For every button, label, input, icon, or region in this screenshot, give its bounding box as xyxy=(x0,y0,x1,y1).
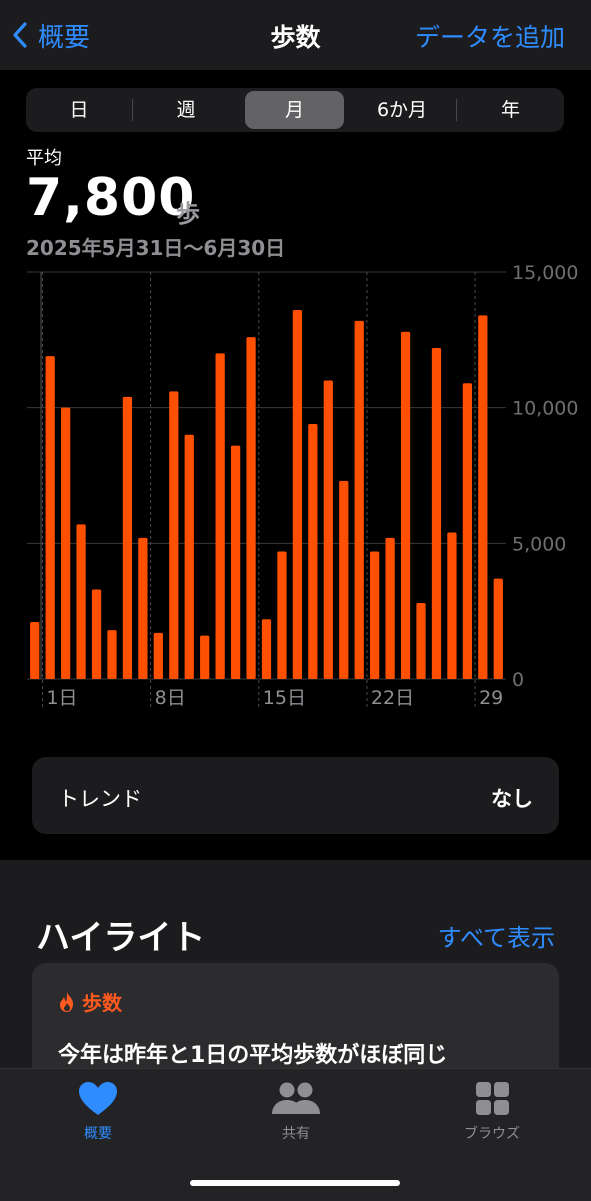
bar xyxy=(230,445,241,679)
flame-icon xyxy=(60,991,73,1012)
bar xyxy=(385,537,395,679)
bar xyxy=(30,622,40,679)
home-indicator xyxy=(190,1180,400,1186)
bar xyxy=(60,407,71,679)
highlight-text: 今年は昨年と1日の平均歩数がほぼ同じ xyxy=(58,1043,448,1068)
y-tick-label: 0 xyxy=(512,669,524,691)
add-data-button[interactable]: データを追加 xyxy=(415,18,565,54)
highlight-category: 歩数 xyxy=(82,991,122,1015)
highlight-card-header: 歩数 xyxy=(58,987,122,1016)
bar xyxy=(462,383,473,679)
tab-label: 概要 xyxy=(84,1126,112,1142)
segment-year[interactable]: 年 xyxy=(461,91,560,129)
y-tick-label: 15,000 xyxy=(512,262,578,284)
bar xyxy=(91,589,102,679)
bar xyxy=(215,353,225,679)
bar xyxy=(138,537,148,679)
bar xyxy=(323,380,333,679)
navigation-bar: 概要 歩数 データを追加 xyxy=(0,0,591,70)
bar xyxy=(478,315,488,679)
bar xyxy=(370,551,380,679)
bar xyxy=(493,578,503,679)
y-tick-label: 10,000 xyxy=(512,398,578,420)
segment-week[interactable]: 週 xyxy=(136,91,236,129)
segment-day[interactable]: 日 xyxy=(30,91,128,129)
tab-summary[interactable]: 概要 xyxy=(38,1081,158,1143)
x-tick-label: 22日 xyxy=(371,687,414,709)
grid-icon xyxy=(476,1082,509,1115)
chevron-left-icon xyxy=(13,22,27,48)
segment-6-months[interactable]: 6か月 xyxy=(353,91,451,129)
time-range-segmented-control: 日 週 月 6か月 年 xyxy=(26,88,564,132)
bar xyxy=(200,635,210,679)
steps-bar-chart[interactable]: 0 5,000 10,000 15,000 1日 8日 15日 22日 29 xyxy=(0,255,591,725)
average-label: 平均 xyxy=(26,148,62,169)
segment-divider xyxy=(456,99,457,121)
bar xyxy=(169,391,179,679)
x-tick-label: 8日 xyxy=(155,687,186,709)
bar xyxy=(45,356,55,679)
tab-sharing[interactable]: 共有 xyxy=(236,1081,356,1143)
bar xyxy=(354,320,364,679)
trend-label: トレンド xyxy=(58,787,142,811)
bar xyxy=(447,532,457,679)
trend-value: なし xyxy=(491,787,533,811)
bar xyxy=(400,331,411,679)
bar xyxy=(431,347,442,679)
tab-label: ブラウズ xyxy=(464,1126,520,1142)
bar xyxy=(246,337,256,679)
back-button[interactable]: 概要 xyxy=(12,14,90,56)
heart-icon xyxy=(79,1082,117,1115)
x-tick-label: 15日 xyxy=(263,687,306,709)
tab-browse[interactable]: ブラウズ xyxy=(432,1081,552,1143)
average-value: 7,800 xyxy=(26,168,196,228)
x-tick-label: 29 xyxy=(479,687,503,709)
bar xyxy=(107,630,117,679)
bar xyxy=(122,396,133,679)
tab-label: 共有 xyxy=(282,1126,310,1142)
bar xyxy=(292,309,303,679)
bar xyxy=(277,551,287,679)
bar xyxy=(76,524,86,679)
bar xyxy=(153,632,163,679)
show-all-link[interactable]: すべて表示 xyxy=(438,918,555,953)
trend-row[interactable]: トレンド なし xyxy=(32,757,559,834)
x-tick-label: 1日 xyxy=(46,687,77,709)
segment-divider xyxy=(132,99,133,121)
bar xyxy=(261,619,272,679)
back-label: 概要 xyxy=(38,22,91,53)
bar xyxy=(308,423,318,679)
average-unit: 歩 xyxy=(176,200,200,228)
bar xyxy=(184,434,194,679)
bar xyxy=(339,480,349,679)
bar xyxy=(416,603,426,679)
people-icon xyxy=(272,1082,320,1114)
segment-month[interactable]: 月 xyxy=(245,91,344,129)
y-tick-label: 5,000 xyxy=(512,533,566,555)
highlights-title: ハイライト xyxy=(36,918,206,958)
